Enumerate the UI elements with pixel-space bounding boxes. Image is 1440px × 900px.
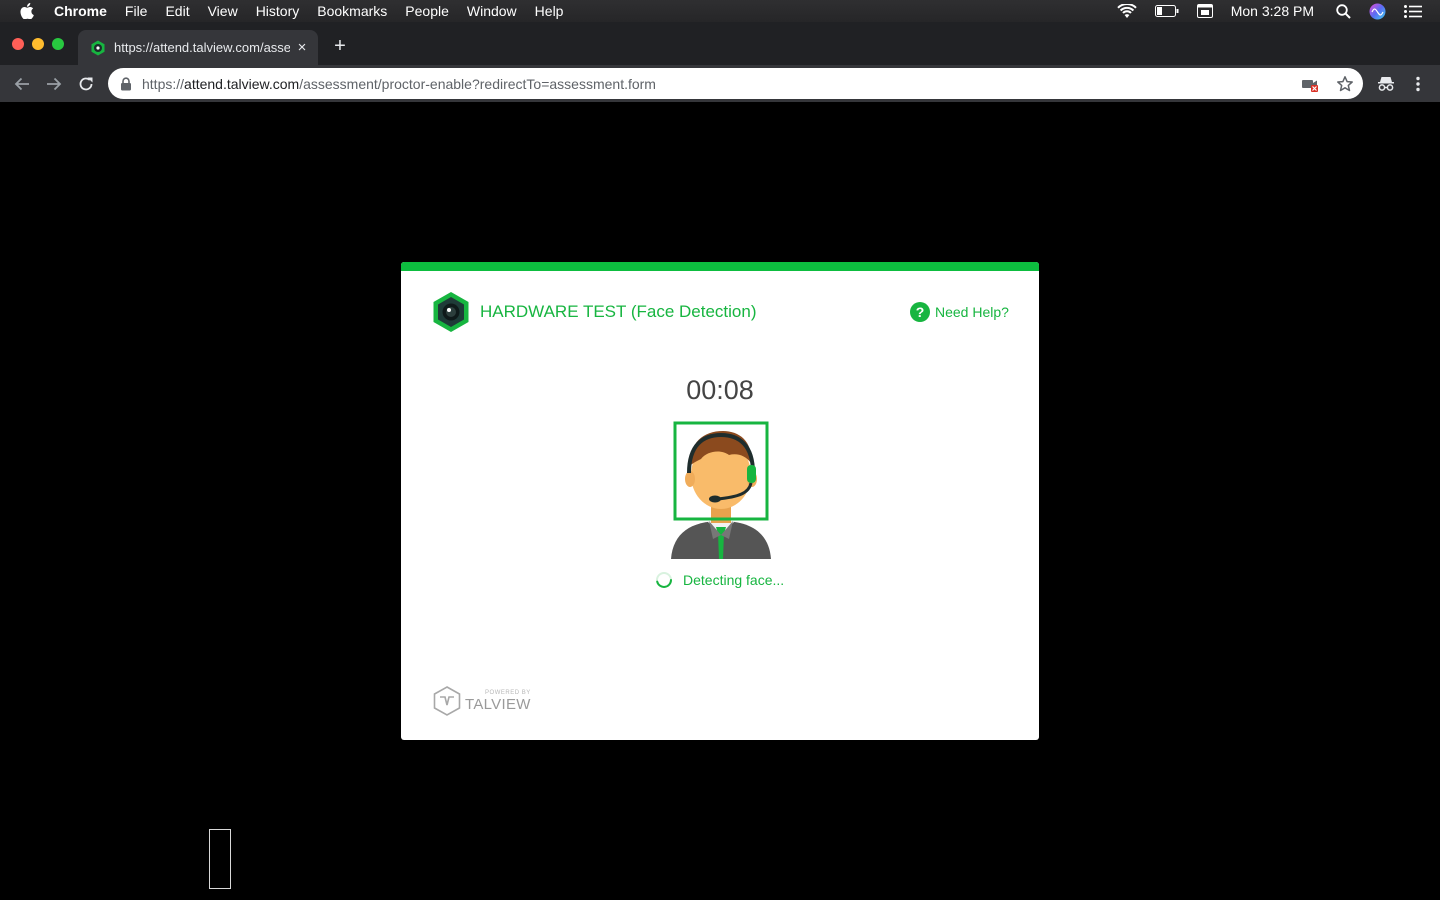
menu-people[interactable]: People bbox=[405, 0, 449, 22]
window-minimize-button[interactable] bbox=[32, 38, 44, 50]
menu-bookmarks[interactable]: Bookmarks bbox=[317, 0, 387, 22]
tab-close-icon[interactable]: × bbox=[294, 39, 310, 56]
menu-help[interactable]: Help bbox=[535, 0, 564, 22]
url-scheme: https:// bbox=[142, 75, 185, 92]
bookmark-star-icon[interactable] bbox=[1336, 75, 1354, 93]
talview-favicon-icon bbox=[90, 40, 106, 56]
apple-icon[interactable] bbox=[20, 3, 34, 19]
need-help-link[interactable]: ? Need Help? bbox=[910, 302, 1009, 322]
back-arrow-icon[interactable] bbox=[12, 74, 32, 94]
modal-title: HARDWARE TEST (Face Detection) bbox=[480, 302, 757, 321]
tab-title: https://attend.talview.com/assessment/pr… bbox=[114, 40, 290, 55]
browser-tab-active[interactable]: https://attend.talview.com/assessment/pr… bbox=[78, 30, 318, 65]
new-tab-button[interactable]: + bbox=[330, 36, 350, 56]
help-question-icon: ? bbox=[910, 302, 930, 322]
camera-blocked-icon[interactable] bbox=[1301, 75, 1319, 93]
detection-status-text: Detecting face... bbox=[683, 572, 785, 588]
menubar-status-area: Mon 3:28 PM bbox=[1117, 0, 1440, 22]
talview-wordmark: POWERED BY TALVIEW bbox=[465, 690, 531, 713]
siri-icon[interactable] bbox=[1369, 3, 1386, 20]
menu-history[interactable]: History bbox=[256, 0, 300, 22]
browser-toolbar: https://attend.talview.com/assessment/pr… bbox=[0, 65, 1440, 102]
address-bar[interactable]: https://attend.talview.com/assessment/pr… bbox=[108, 68, 1363, 99]
notification-center-icon[interactable] bbox=[1404, 4, 1422, 18]
url-host: attend.talview.com bbox=[184, 75, 300, 92]
reload-icon[interactable] bbox=[76, 74, 96, 94]
talview-brand-name: TALVIEW bbox=[465, 695, 531, 713]
face-detection-avatar-icon bbox=[669, 421, 773, 559]
hardware-test-modal: HARDWARE TEST (Face Detection) ? Need He… bbox=[401, 262, 1039, 740]
calendar-widget-icon[interactable] bbox=[1196, 4, 1213, 18]
need-help-label: Need Help? bbox=[935, 304, 1009, 320]
menu-view[interactable]: View bbox=[208, 0, 238, 22]
lock-icon[interactable] bbox=[120, 76, 132, 91]
battery-icon[interactable] bbox=[1154, 5, 1179, 17]
browser-menu-icon[interactable] bbox=[1408, 74, 1428, 94]
menubar-clock[interactable]: Mon 3:28 PM bbox=[1231, 3, 1314, 19]
menu-chrome[interactable]: Chrome bbox=[54, 0, 107, 22]
incognito-profile-icon[interactable] bbox=[1376, 74, 1396, 94]
resize-handle[interactable] bbox=[209, 829, 231, 889]
window-close-button[interactable] bbox=[12, 38, 24, 50]
url-path: /assessment/proctor-enable?redirectTo=as… bbox=[299, 75, 656, 92]
menu-edit[interactable]: Edit bbox=[165, 0, 189, 22]
spotlight-search-icon[interactable] bbox=[1336, 3, 1351, 19]
menu-file[interactable]: File bbox=[125, 0, 148, 22]
countdown-timer: 00:08 bbox=[686, 375, 754, 405]
forward-arrow-icon[interactable] bbox=[44, 74, 64, 94]
address-bar-url: https://attend.talview.com/assessment/pr… bbox=[142, 76, 656, 92]
menu-window[interactable]: Window bbox=[467, 0, 517, 22]
webcam-logo-icon bbox=[432, 291, 470, 333]
modal-accent-bar bbox=[401, 262, 1039, 271]
powered-by-talview: POWERED BY TALVIEW bbox=[433, 686, 531, 716]
wifi-icon[interactable] bbox=[1117, 3, 1137, 19]
browser-tab-strip: https://attend.talview.com/assessment/pr… bbox=[0, 22, 1440, 65]
detection-status: Detecting face... bbox=[655, 571, 784, 589]
window-zoom-button[interactable] bbox=[52, 38, 64, 50]
talview-logo-icon bbox=[433, 686, 461, 716]
macos-menu-bar: Chrome File Edit View History Bookmarks … bbox=[0, 0, 1440, 22]
loading-spinner-icon bbox=[655, 571, 673, 589]
